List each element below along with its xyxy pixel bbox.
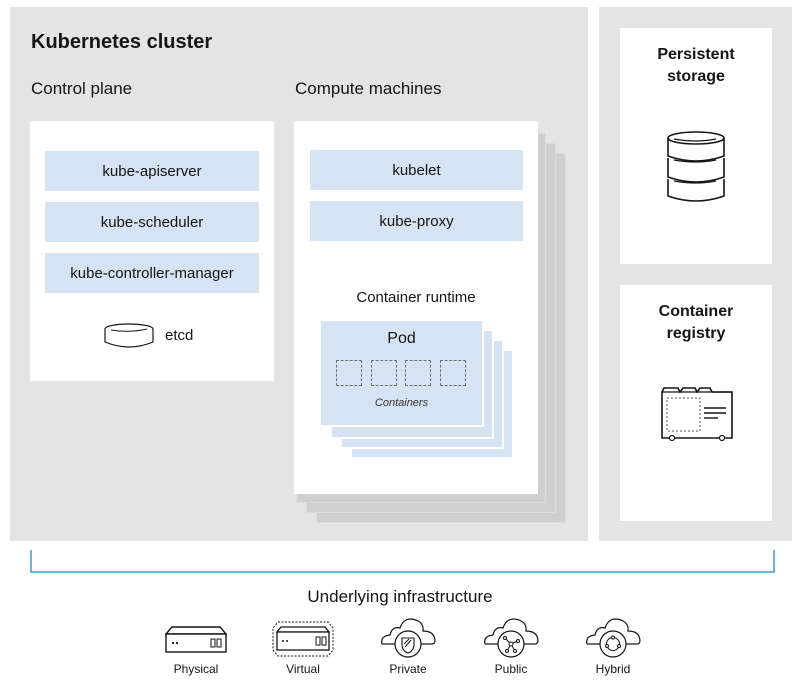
container-slot (336, 360, 362, 386)
kubelet: kubelet (310, 150, 523, 190)
cluster-title: Kubernetes cluster (31, 31, 213, 53)
database-icon (666, 130, 726, 204)
pod-label: Pod (387, 330, 416, 347)
infra-label-hybrid: Hybrid (595, 662, 631, 676)
etcd-label: etcd (165, 327, 194, 344)
kube-proxy: kube-proxy (310, 201, 523, 241)
infra-label-virtual: Virtual (286, 662, 320, 676)
container-runtime-label: Container runtime (356, 289, 476, 306)
etcd-icon (103, 322, 155, 350)
registry-icon (660, 386, 734, 444)
container-slot (440, 360, 466, 386)
virtual-server-icon (272, 620, 334, 658)
kube-controller-manager: kube-controller-manager (45, 253, 259, 293)
persistent-storage-title-line2: storage (667, 68, 725, 85)
infra-label-private: Private (389, 662, 427, 676)
persistent-storage-box: Persistent storage (620, 28, 772, 264)
kube-apiserver: kube-apiserver (45, 151, 259, 191)
private-cloud-icon (378, 614, 438, 660)
container-registry-title-line2: registry (666, 325, 726, 342)
public-cloud-icon (481, 614, 541, 660)
infrastructure-bracket (30, 550, 775, 573)
containers-label: Containers (374, 397, 429, 409)
kube-scheduler: kube-scheduler (45, 202, 259, 242)
infra-label-physical: Physical (173, 662, 219, 676)
control-plane-heading: Control plane (31, 79, 133, 98)
server-icon (165, 625, 227, 653)
compute-machines-heading: Compute machines (295, 79, 442, 98)
container-registry-title-line1: Container (658, 303, 734, 320)
container-slot (371, 360, 397, 386)
container-registry-box: Container registry (620, 285, 772, 521)
infrastructure-title: Underlying infrastructure (307, 587, 493, 606)
infra-label-public: Public (494, 662, 528, 676)
hybrid-cloud-icon (583, 614, 643, 660)
persistent-storage-title-line1: Persistent (657, 46, 735, 63)
container-slot (405, 360, 431, 386)
